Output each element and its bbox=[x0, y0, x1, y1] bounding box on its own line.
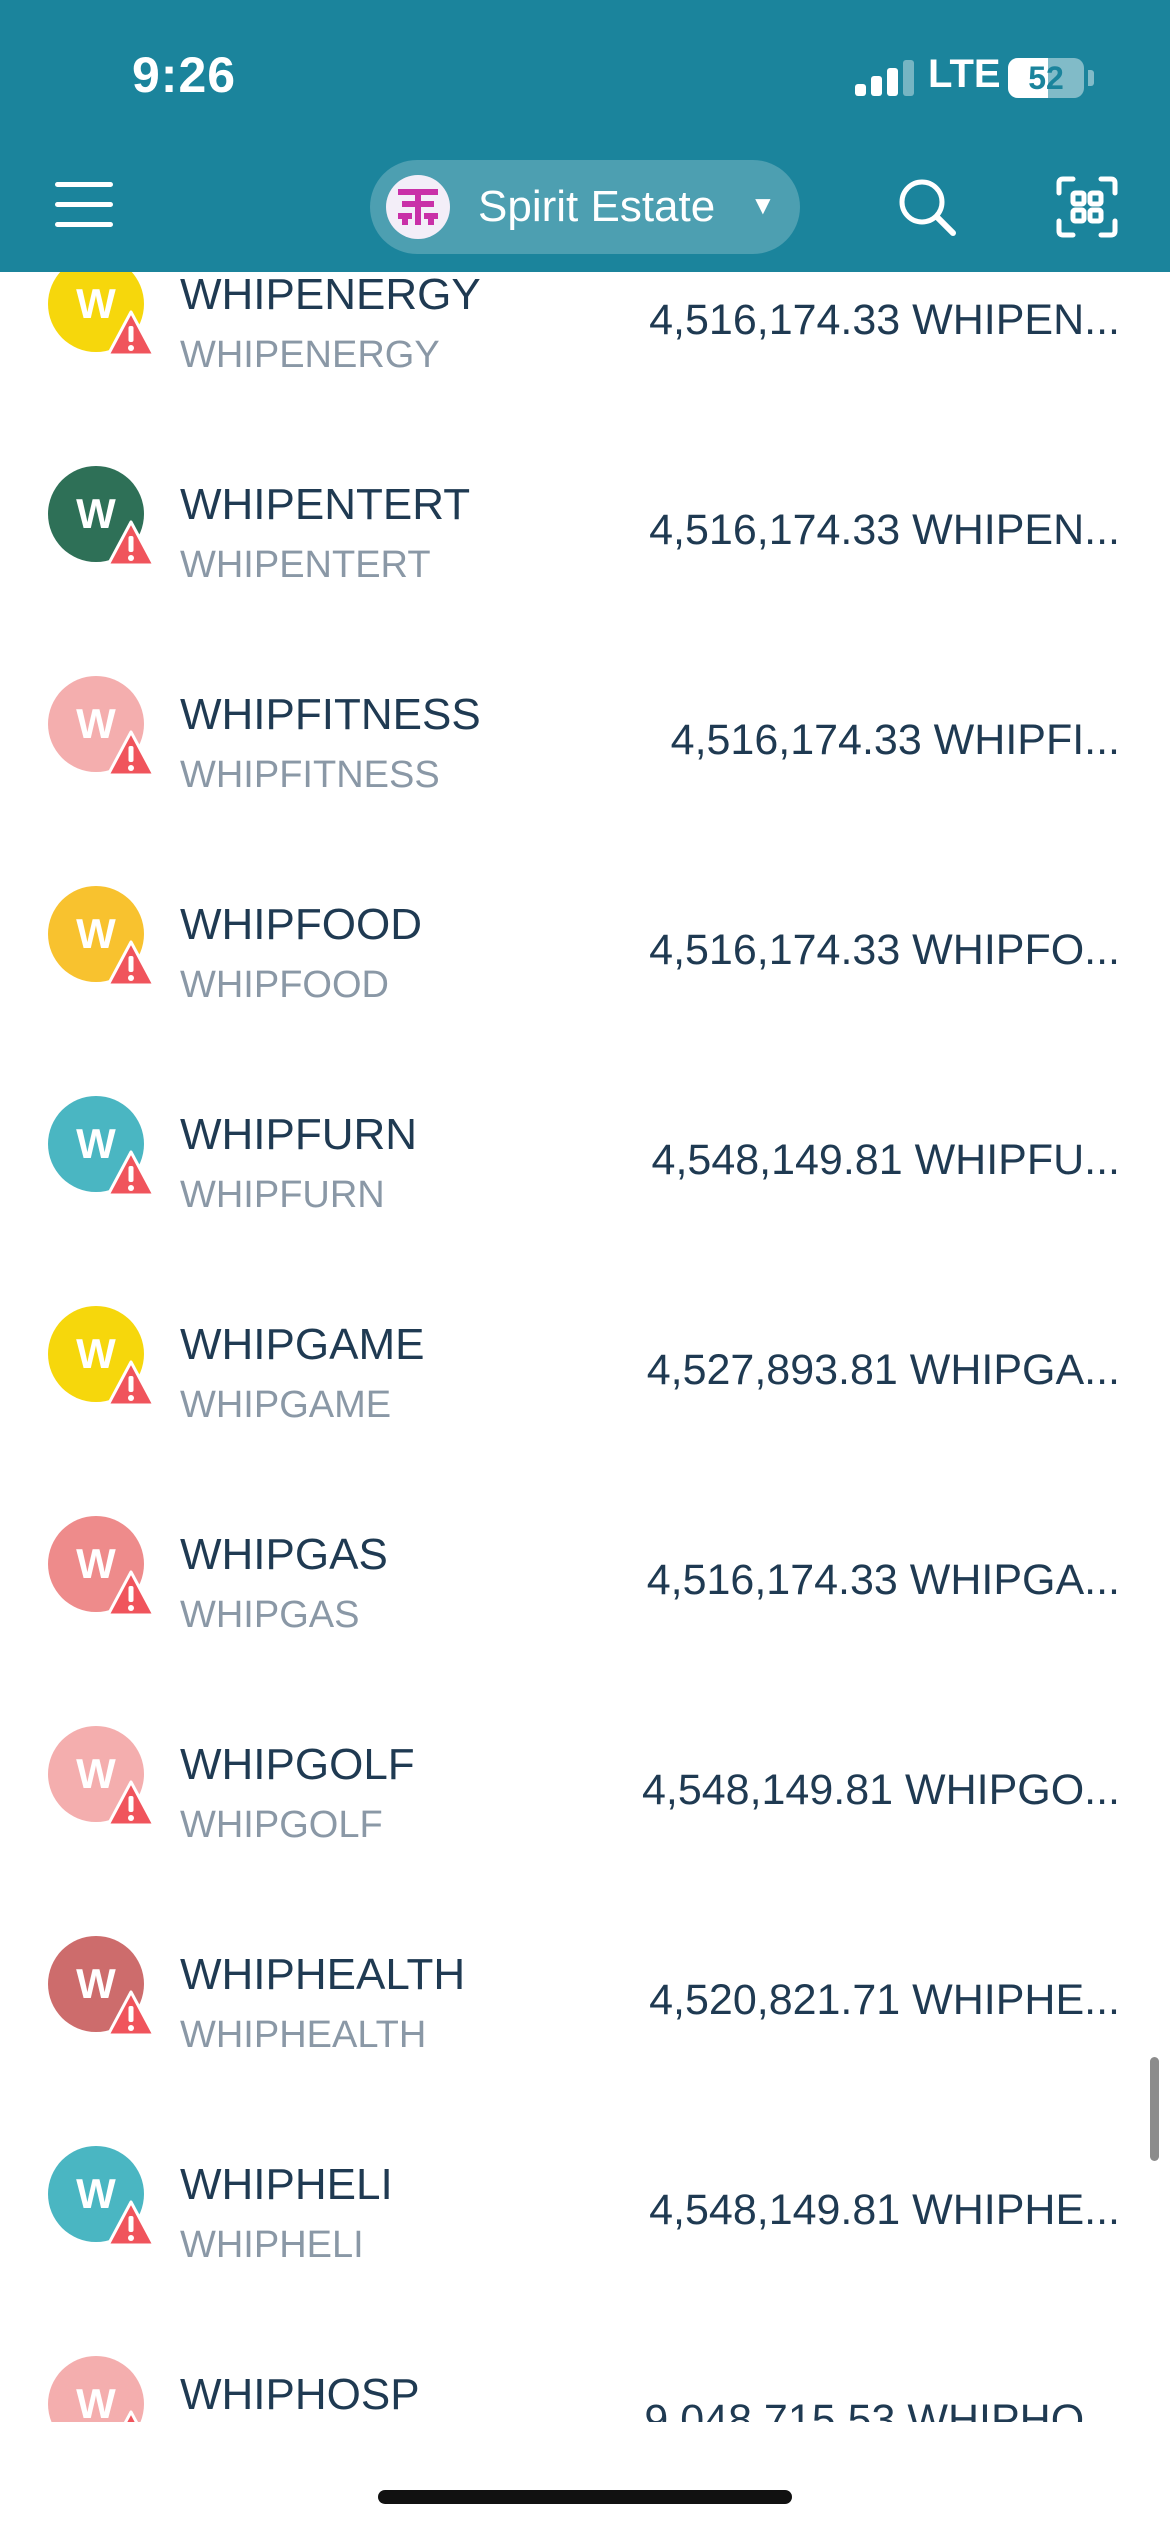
token-row[interactable]: W WHIPFITNESS WHIPFITNESS 4,516,174.33 WHIP… bbox=[0, 634, 1170, 844]
token-name: WHIPGAS bbox=[180, 1530, 388, 1579]
token-row[interactable]: W WHIPFOOD WHIPFOOD 4,516,174.33 WHIPFO... bbox=[0, 844, 1170, 1054]
token-symbol: WHIPFURN bbox=[180, 1174, 385, 1216]
token-balance: 4,548,149.81 WHIPFU... bbox=[651, 1136, 1120, 1184]
token-row[interactable]: W WHIPHEALTH WHIPHEALTH 4,520,821.71 WHIPHE… bbox=[0, 1894, 1170, 2104]
token-balance: 4,548,149.81 WHIPHE... bbox=[649, 2186, 1120, 2234]
token-name: WHIPFOOD bbox=[180, 900, 422, 949]
token-balance: 4,520,821.71 WHIPHE... bbox=[649, 1976, 1120, 2024]
warning-icon bbox=[106, 730, 156, 777]
token-row[interactable]: WWHIPHOSPWHIPHOSP9,048,715.53 WHIPHO... bbox=[0, 2314, 1170, 2422]
token-name: WHIPHOSP bbox=[180, 2370, 420, 2419]
token-balance: 4,516,174.33 WHIPFO... bbox=[649, 926, 1120, 974]
token-name: WHIPHEALTH bbox=[180, 1950, 466, 1999]
warning-icon bbox=[106, 310, 156, 357]
token-row[interactable]: W WHIPFURN WHIPFURN 4,548,149.81 WHIPFU... bbox=[0, 1054, 1170, 1264]
warning-icon bbox=[123, 2410, 139, 2422]
warning-icon bbox=[106, 940, 156, 987]
token-symbol: WHIPHELI bbox=[180, 2224, 364, 2266]
token-name: WHIPENTERT bbox=[180, 480, 471, 529]
token-row[interactable]: W WHIPENERGY WHIPENERGY 4,516,174.33 WHIPEN… bbox=[0, 272, 1170, 424]
warning-icon bbox=[106, 1780, 156, 1827]
token-row[interactable]: W WHIPGAME WHIPGAME 4,527,893.81 WHIPGA... bbox=[0, 1264, 1170, 1474]
warning-icon bbox=[106, 1570, 156, 1617]
scan-icon[interactable] bbox=[1055, 175, 1119, 239]
chevron-down-icon: ▼ bbox=[750, 190, 776, 220]
token-list: W WHIPENERGY WHIPENERGY 4,516,174.33 WHIPEN… bbox=[0, 272, 1170, 2422]
battery-nub bbox=[1088, 70, 1094, 86]
battery-percent: 52 bbox=[1028, 60, 1064, 96]
warning-icon bbox=[106, 520, 156, 567]
home-indicator[interactable] bbox=[378, 2490, 792, 2504]
wallet-avatar bbox=[386, 175, 450, 239]
scrollbar[interactable] bbox=[1150, 2057, 1159, 2161]
token-symbol: WHIPGAME bbox=[180, 1384, 392, 1426]
token-name: WHIPENERGY bbox=[180, 272, 481, 319]
wallet-name: Spirit Estate bbox=[478, 182, 716, 231]
search-icon[interactable] bbox=[895, 175, 959, 239]
token-name: WHIPGAME bbox=[180, 1320, 425, 1369]
token-symbol: WHIPENERGY bbox=[180, 334, 440, 376]
token-row[interactable]: W WHIPGAS WHIPGAS 4,516,174.33 WHIPGA... bbox=[0, 1474, 1170, 1684]
network-label: LTE bbox=[928, 52, 1001, 96]
wallet-selector[interactable]: Spirit Estate ▼ bbox=[370, 160, 800, 254]
token-balance: 4,516,174.33 WHIPEN... bbox=[649, 296, 1120, 344]
token-symbol: WHIPHEALTH bbox=[180, 2014, 427, 2056]
app-header: 9:26 LTE 52 Spirit Estate ▼ bbox=[0, 0, 1170, 272]
warning-icon bbox=[106, 1150, 156, 1197]
token-balance: 4,527,893.81 WHIPGA... bbox=[646, 1346, 1120, 1394]
warning-icon bbox=[106, 2200, 156, 2247]
battery-icon: 52 bbox=[1008, 58, 1084, 98]
token-row[interactable]: W WHIPGOLF WHIPGOLF 4,548,149.81 WHIPGO... bbox=[0, 1684, 1170, 1894]
token-symbol: WHIPFITNESS bbox=[180, 754, 440, 796]
warning-icon bbox=[106, 1360, 156, 1407]
token-symbol: WHIPFOOD bbox=[180, 964, 389, 1006]
bottom-safe-area bbox=[0, 2422, 1170, 2532]
token-row[interactable]: W WHIPENTERT WHIPENTERT 4,516,174.33 WHIPEN… bbox=[0, 424, 1170, 634]
token-symbol: WHIPGAS bbox=[180, 1594, 360, 1636]
token-name: WHIPHELI bbox=[180, 2160, 393, 2209]
token-symbol: WHIPGOLF bbox=[180, 1804, 383, 1846]
wallet-avatar-icon bbox=[398, 189, 438, 225]
token-row[interactable]: W WHIPHELI WHIPHELI 4,548,149.81 WHIPHE... bbox=[0, 2104, 1170, 2314]
token-name: WHIPFURN bbox=[180, 1110, 418, 1159]
status-time: 9:26 bbox=[132, 47, 237, 103]
token-balance: 4,516,174.33 WHIPFI... bbox=[670, 716, 1120, 764]
token-symbol: WHIPENTERT bbox=[180, 544, 431, 586]
token-balance: 4,516,174.33 WHIPEN... bbox=[649, 506, 1120, 554]
warning-icon bbox=[106, 1990, 156, 2037]
token-balance: 4,516,174.33 WHIPGA... bbox=[646, 1556, 1120, 1604]
token-name: WHIPFITNESS bbox=[180, 690, 481, 739]
token-balance: 9,048,715.53 WHIPHO... bbox=[644, 2396, 1120, 2422]
token-balance: 4,548,149.81 WHIPGO... bbox=[641, 1766, 1120, 1814]
menu-icon[interactable] bbox=[55, 180, 113, 230]
token-name: WHIPGOLF bbox=[180, 1740, 415, 1789]
signal-icon bbox=[855, 60, 917, 96]
